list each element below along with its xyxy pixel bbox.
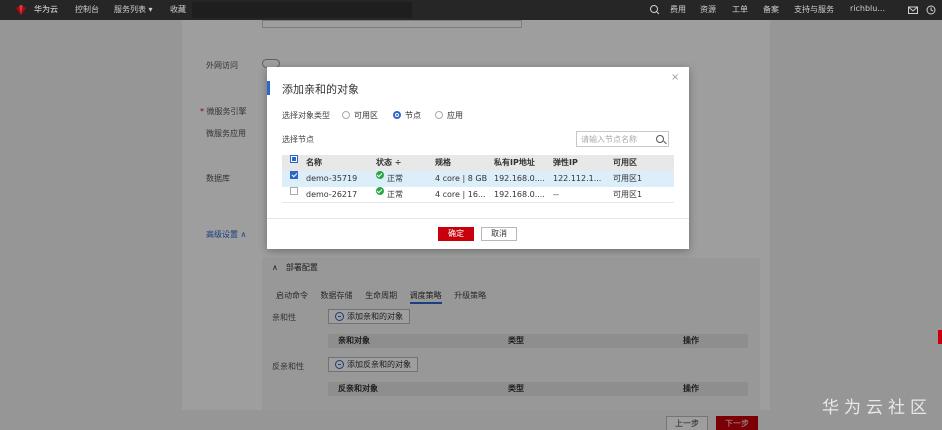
col-name: 名称 [306, 158, 322, 167]
node-name: demo-35719 [306, 174, 358, 183]
radio-application[interactable] [435, 111, 443, 119]
col-az: 可用区 [613, 158, 637, 167]
node-private-ip: 192.168.0.... [494, 190, 545, 199]
node-az: 可用区1 [613, 190, 643, 199]
cancel-button[interactable]: 取消 [481, 227, 517, 241]
object-type-label: 选择对象类型 [282, 111, 330, 120]
col-status[interactable]: 状态 ÷ [376, 155, 402, 171]
table-row[interactable]: demo-35719 正常 4 core | 8 GB 192.168.0...… [282, 171, 674, 187]
node-az: 可用区1 [613, 174, 643, 183]
nav-console[interactable]: 控制台 [75, 4, 99, 15]
nav-tickets[interactable]: 工单 [732, 4, 748, 15]
select-all-checkbox[interactable] [290, 155, 298, 163]
row-checkbox[interactable] [290, 171, 298, 179]
clock-icon[interactable] [924, 3, 938, 17]
nav-favorites[interactable]: 收藏 [170, 4, 186, 15]
search-icon[interactable] [648, 3, 662, 17]
add-affinity-dialog: 添加亲和的对象 × 选择对象类型 可用区 节点 应用 选择节点 名称 状态 ÷ … [267, 67, 689, 249]
top-navbar: 华为云 控制台 服务列表 ▾ 收藏 费用 资源 工单 备案 支持与服务 rich… [0, 0, 942, 20]
huawei-logo-icon[interactable] [14, 3, 28, 17]
nav-favorites-bar [192, 2, 412, 18]
node-spec: 4 core | 8 GB [435, 174, 488, 183]
radio-node-label[interactable]: 节点 [405, 110, 421, 121]
node-status: 正常 [387, 190, 403, 199]
nav-filing[interactable]: 备案 [763, 4, 779, 15]
title-accent-bar [267, 81, 270, 95]
node-name: demo-26217 [306, 190, 358, 199]
node-private-ip: 192.168.0.... [494, 174, 545, 183]
side-float-tab[interactable] [938, 330, 942, 344]
close-icon[interactable]: × [671, 72, 679, 83]
dialog-title: 添加亲和的对象 [282, 83, 359, 96]
nav-support[interactable]: 支持与服务 [794, 4, 834, 15]
table-row[interactable]: demo-26217 正常 4 core | 16... 192.168.0..… [282, 187, 674, 203]
watermark: 华为云社区 [822, 398, 932, 418]
col-eip: 弹性IP [553, 158, 578, 167]
confirm-button[interactable]: 确定 [438, 227, 474, 241]
row-checkbox[interactable] [290, 187, 298, 195]
nav-service-list[interactable]: 服务列表 ▾ [114, 4, 153, 15]
radio-application-label[interactable]: 应用 [447, 110, 463, 121]
status-ok-icon [376, 187, 384, 195]
status-ok-icon [376, 171, 384, 179]
node-status: 正常 [387, 174, 403, 183]
nav-resources[interactable]: 资源 [700, 4, 716, 15]
radio-availability-zone-label[interactable]: 可用区 [354, 110, 378, 121]
dialog-divider [267, 218, 689, 219]
node-search-box [576, 131, 669, 147]
radio-node[interactable] [393, 111, 401, 119]
node-eip: -- [553, 190, 559, 199]
node-spec: 4 core | 16... [435, 190, 486, 199]
select-node-label: 选择节点 [282, 135, 314, 144]
radio-availability-zone[interactable] [342, 111, 350, 119]
search-icon[interactable] [656, 135, 664, 143]
col-spec: 规格 [435, 158, 451, 167]
node-eip: 122.112.1... [553, 174, 602, 183]
nav-billing[interactable]: 费用 [670, 4, 686, 15]
table-header: 名称 状态 ÷ 规格 私有IP地址 弹性IP 可用区 [282, 155, 674, 171]
user-account[interactable]: richblu... [850, 4, 885, 13]
brand-name[interactable]: 华为云 [34, 4, 58, 15]
node-search-input[interactable] [581, 133, 651, 145]
mail-icon[interactable] [906, 3, 920, 17]
col-private-ip: 私有IP地址 [494, 158, 535, 167]
